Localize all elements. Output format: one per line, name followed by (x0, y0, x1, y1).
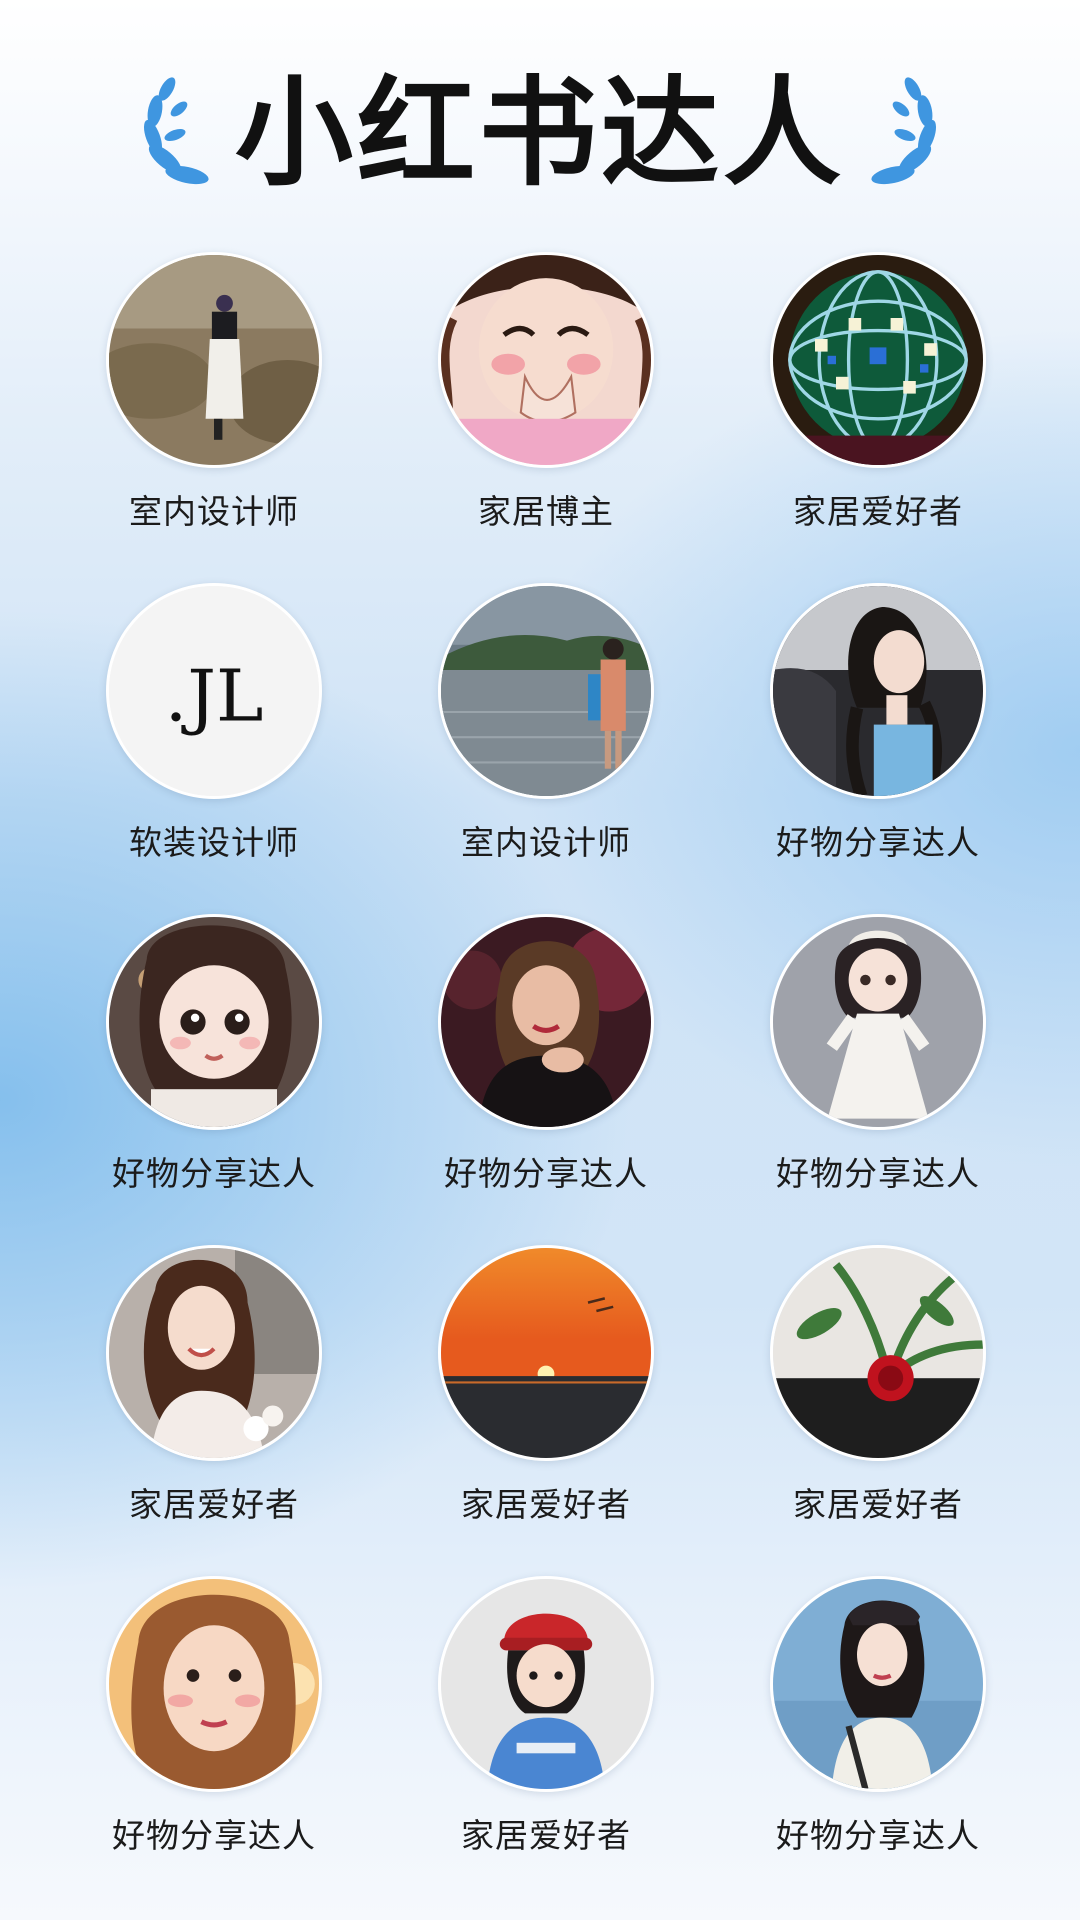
avatar-colorful-sphere-icon[interactable] (770, 252, 986, 468)
influencer-card[interactable]: 家居博主 (380, 252, 712, 583)
influencer-label: 家居爱好者 (461, 1485, 631, 1524)
avatar-lake-girl-icon[interactable] (438, 583, 654, 799)
avatar-woman-beach-icon[interactable] (770, 1576, 986, 1792)
laurel-left-icon (143, 77, 209, 185)
laurel-right-icon (871, 77, 937, 185)
page-header: 小红书达人 (0, 58, 1080, 208)
influencer-card[interactable]: 家居爱好者 (712, 1245, 1044, 1576)
influencer-card[interactable]: 家居爱好者 (48, 1245, 380, 1576)
avatar-woman-red-light-icon[interactable] (438, 914, 654, 1130)
avatar-selfie-woman-icon[interactable] (106, 1576, 322, 1792)
avatar-doll-girl-icon[interactable] (106, 914, 322, 1130)
avatar-sunset-sea-icon[interactable] (438, 1245, 654, 1461)
avatar-smiling-woman-icon[interactable] (106, 1245, 322, 1461)
influencer-label: 软装设计师 (129, 823, 299, 862)
influencer-card[interactable]: 好物分享达人 (712, 583, 1044, 914)
influencer-label: 好物分享达人 (776, 1816, 980, 1855)
influencer-label: 好物分享达人 (444, 1154, 648, 1193)
influencer-label: 室内设计师 (461, 823, 631, 862)
avatar-cartoon-boy-red-hat-icon[interactable] (438, 1576, 654, 1792)
influencer-card[interactable]: 家居爱好者 (380, 1245, 712, 1576)
influencer-card[interactable]: 室内设计师 (48, 252, 380, 583)
jl-logo-text: .JL (165, 654, 264, 737)
influencer-label: 好物分享达人 (112, 1154, 316, 1193)
avatar-red-rose-icon[interactable] (770, 1245, 986, 1461)
avatar-jl-logo-icon[interactable]: .JL (106, 583, 322, 799)
avatar-3d-girl-dress-icon[interactable] (770, 914, 986, 1130)
avatar-anime-girl-icon[interactable] (438, 252, 654, 468)
influencer-label: 好物分享达人 (112, 1816, 316, 1855)
avatar-hiker-back-icon[interactable] (106, 252, 322, 468)
influencer-card[interactable]: 好物分享达人 (712, 1576, 1044, 1907)
influencer-card[interactable]: 好物分享达人 (48, 1576, 380, 1907)
influencer-card[interactable]: 好物分享达人 (48, 914, 380, 1245)
influencer-card[interactable]: 室内设计师 (380, 583, 712, 914)
avatar-girl-car-icon[interactable] (770, 583, 986, 799)
influencer-label: 家居爱好者 (793, 492, 963, 531)
influencer-label: 家居爱好者 (793, 1485, 963, 1524)
influencer-label: 家居爱好者 (461, 1816, 631, 1855)
influencer-card[interactable]: 家居爱好者 (712, 252, 1044, 583)
influencer-label: 好物分享达人 (776, 1154, 980, 1193)
influencer-card[interactable]: 好物分享达人 (712, 914, 1044, 1245)
influencer-label: 家居博主 (478, 492, 614, 531)
influencer-label: 家居爱好者 (129, 1485, 299, 1524)
influencer-label: 室内设计师 (129, 492, 299, 531)
influencer-card[interactable]: .JL 软装设计师 (48, 583, 380, 914)
influencer-card[interactable]: 家居爱好者 (380, 1576, 712, 1907)
influencer-grid: 室内设计师 家居博主 家居爱好者 .JL 软装设计师 室内设计师 好物分享达人 … (48, 252, 1044, 1907)
page-title: 小红书达人 (234, 64, 845, 202)
influencer-card[interactable]: 好物分享达人 (380, 914, 712, 1245)
influencer-label: 好物分享达人 (776, 823, 980, 862)
